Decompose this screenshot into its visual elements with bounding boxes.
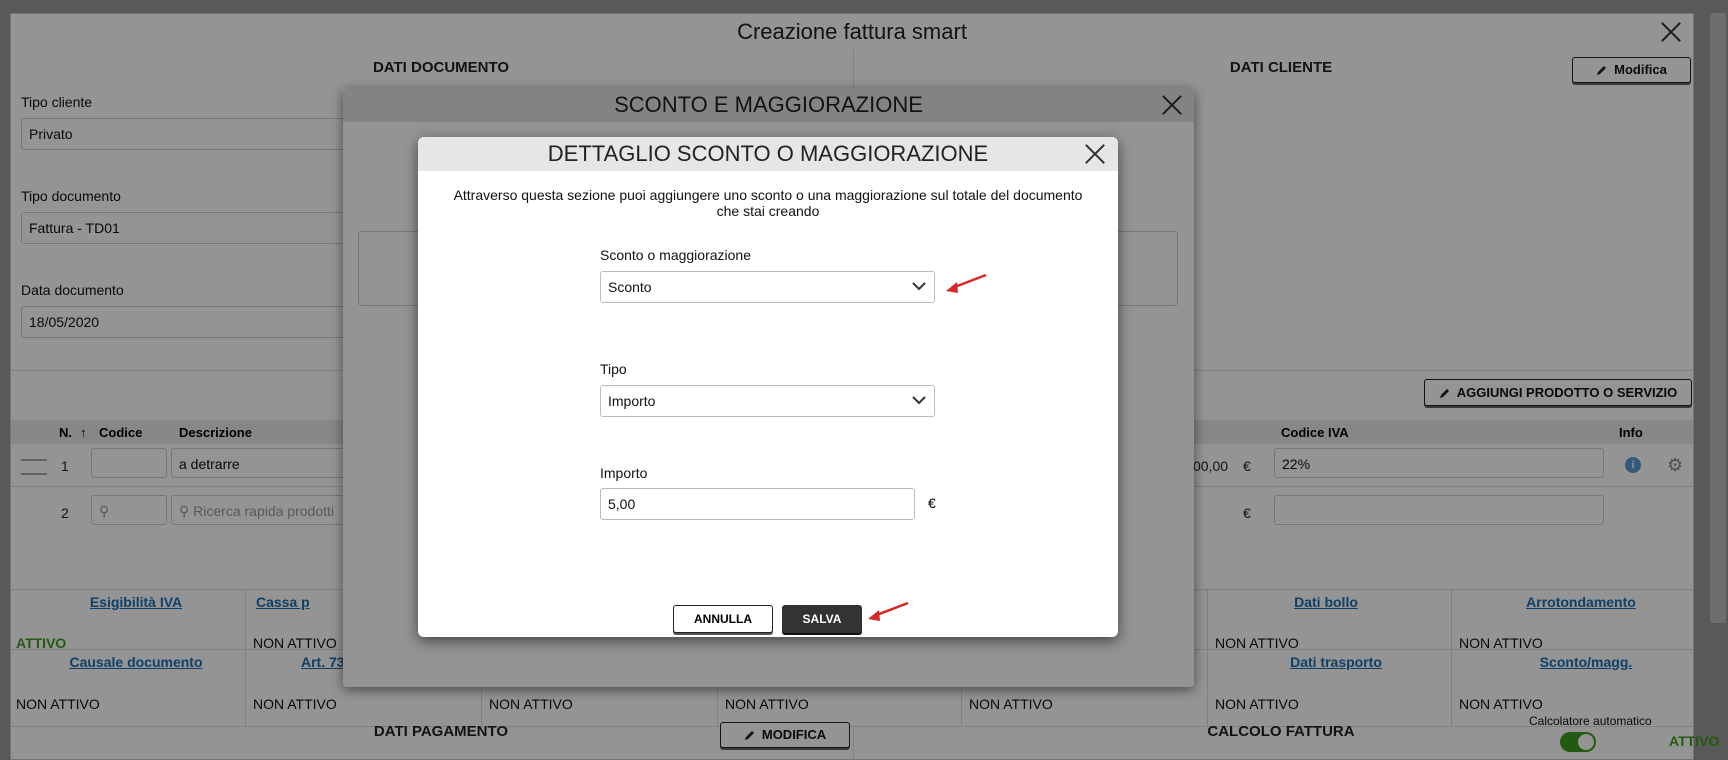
red-arrow-icon xyxy=(868,601,909,621)
importo-label: Importo xyxy=(600,465,648,481)
tipo-label: Tipo xyxy=(600,361,627,377)
chevron-down-icon xyxy=(912,282,926,291)
sconto-select[interactable]: Sconto xyxy=(600,271,935,303)
tipo-value: Importo xyxy=(608,393,656,409)
dialog2-close-icon[interactable] xyxy=(1084,143,1106,165)
red-arrow-icon xyxy=(946,273,987,293)
tipo-select[interactable]: Importo xyxy=(600,385,935,417)
dettaglio-sconto-dialog: DETTAGLIO SCONTO O MAGGIORAZIONE Attrave… xyxy=(418,137,1118,637)
page: Creazione fattura smart DATI DOCUMENTO D… xyxy=(0,0,1728,760)
importo-currency: € xyxy=(928,495,936,511)
sconto-value: Sconto xyxy=(608,279,652,295)
dialog2-title: DETTAGLIO SCONTO O MAGGIORAZIONE xyxy=(418,137,1118,171)
dialog2-description: Attraverso questa sezione puoi aggiunger… xyxy=(453,187,1083,219)
annulla-button[interactable]: ANNULLA xyxy=(673,605,773,633)
chevron-down-icon xyxy=(912,396,926,405)
sconto-label: Sconto o maggiorazione xyxy=(600,247,751,263)
importo-input[interactable]: 5,00 xyxy=(600,488,915,520)
salva-button[interactable]: SALVA xyxy=(782,605,862,633)
